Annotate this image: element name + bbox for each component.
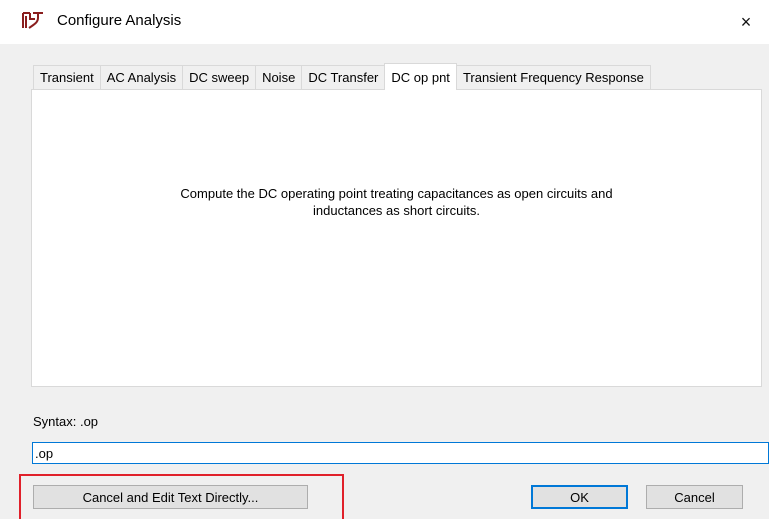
configure-analysis-dialog: Configure Analysis × Transient AC Analys…: [0, 0, 769, 525]
syntax-input[interactable]: [32, 442, 769, 464]
tab-transient[interactable]: Transient: [33, 65, 101, 89]
tab-dc-sweep[interactable]: DC sweep: [182, 65, 257, 89]
tab-dc-op-pnt[interactable]: DC op pnt: [384, 63, 457, 90]
analysis-tabs: Transient AC Analysis DC sweep Noise DC …: [33, 63, 651, 90]
tab-ac-analysis[interactable]: AC Analysis: [99, 65, 184, 89]
cancel-button[interactable]: Cancel: [646, 485, 743, 509]
window-title: Configure Analysis: [57, 12, 182, 29]
tab-transient-frequency-response[interactable]: Transient Frequency Response: [455, 65, 651, 89]
description-line-2: inductances as short circuits.: [313, 203, 480, 218]
analysis-description: Compute the DC operating point treating …: [32, 185, 761, 219]
ltspice-icon: [22, 12, 43, 29]
bottom-strip: [0, 519, 769, 525]
close-icon: ×: [740, 11, 752, 32]
description-line-1: Compute the DC operating point treating …: [180, 186, 613, 201]
tab-panel-dc-op-pnt: Compute the DC operating point treating …: [31, 89, 762, 387]
tab-dc-transfer[interactable]: DC Transfer: [301, 65, 386, 89]
syntax-label: Syntax: .op: [33, 414, 99, 429]
title-bar: Configure Analysis ×: [0, 0, 769, 44]
tab-noise[interactable]: Noise: [255, 65, 303, 89]
ok-button[interactable]: OK: [531, 485, 628, 509]
close-button[interactable]: ×: [723, 0, 769, 44]
cancel-and-edit-text-button[interactable]: Cancel and Edit Text Directly...: [33, 485, 308, 509]
